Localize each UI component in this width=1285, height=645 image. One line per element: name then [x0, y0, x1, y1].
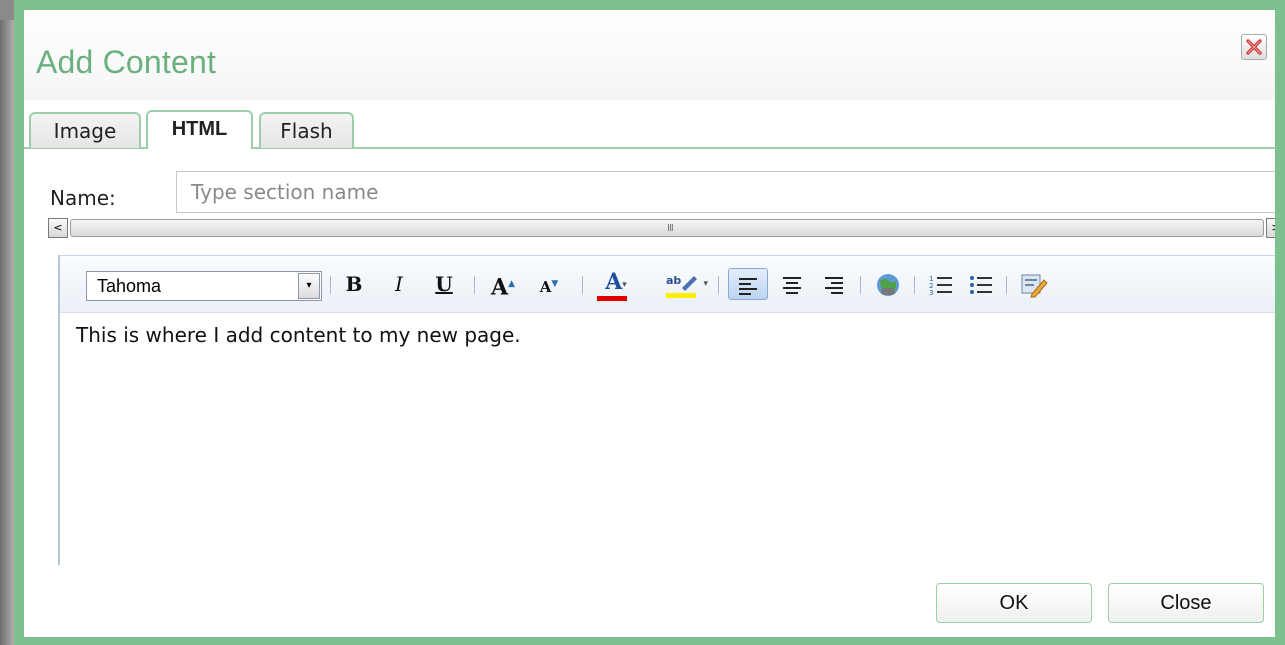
underline-button[interactable]: U — [432, 268, 456, 300]
globe-link-icon — [877, 273, 899, 296]
insert-link-button[interactable] — [870, 268, 906, 300]
horizontal-scrollbar[interactable]: < III > — [48, 218, 1281, 240]
highlight-color-button[interactable]: ab ▾ — [656, 268, 708, 300]
close-button[interactable]: Close — [1108, 583, 1264, 623]
tab-flash[interactable]: Flash — [259, 112, 354, 148]
editor-toolbar: Tahoma ▾ B I U A▲ A▼ A▾ ab ▾ 1 2 3 — [60, 255, 1275, 313]
name-label: Name: — [50, 186, 116, 210]
editor-content[interactable]: This is where I add content to my new pa… — [76, 323, 521, 347]
grow-font-button[interactable]: A▲ — [486, 268, 520, 300]
chevron-left-icon: < — [53, 221, 63, 234]
close-icon — [1246, 39, 1262, 55]
grow-font-icon: A — [491, 274, 509, 301]
font-color-button[interactable]: A▾ — [594, 268, 638, 301]
html-editor: Tahoma ▾ B I U A▲ A▼ A▾ ab ▾ 1 2 3 This … — [58, 255, 1275, 565]
scroll-track[interactable]: III — [70, 219, 1264, 237]
shrink-font-icon: A — [539, 278, 552, 296]
bold-button[interactable]: B — [342, 268, 366, 300]
numbered-list-button[interactable]: 123 — [924, 268, 958, 300]
tab-image[interactable]: Image — [29, 112, 141, 148]
toolbar-separator — [860, 276, 861, 294]
scroll-grip[interactable]: III — [667, 223, 674, 234]
dialog-title: Add Content — [36, 44, 217, 80]
toolbar-separator — [1006, 276, 1007, 294]
title-bar: Add Content — [24, 10, 1275, 100]
svg-text:ab: ab — [666, 274, 681, 287]
align-left-icon — [739, 277, 757, 295]
align-right-icon — [825, 276, 843, 294]
close-dialog-button[interactable] — [1241, 34, 1267, 60]
align-center-button[interactable] — [774, 268, 810, 300]
font-color-swatch — [597, 296, 627, 301]
scroll-right-button[interactable]: > — [1266, 218, 1281, 238]
chevron-down-icon[interactable]: ▾ — [298, 273, 320, 299]
align-right-button[interactable] — [816, 268, 852, 300]
toolbar-separator — [718, 276, 719, 294]
italic-icon: I — [395, 272, 403, 296]
bullet-list-button[interactable] — [964, 268, 998, 300]
section-name-input[interactable] — [176, 171, 1275, 213]
underline-icon: U — [435, 272, 453, 296]
edit-source-icon — [1021, 274, 1048, 297]
font-color-icon: A — [605, 269, 623, 295]
bullet-list-icon — [970, 275, 992, 294]
toolbar-separator — [914, 276, 915, 294]
toolbar-separator — [582, 276, 583, 294]
toolbar-separator — [330, 276, 331, 294]
align-center-icon — [783, 276, 801, 294]
svg-text:3: 3 — [929, 289, 933, 296]
ok-button[interactable]: OK — [936, 583, 1092, 623]
toolbar-separator — [474, 276, 475, 294]
tab-html[interactable]: HTML — [146, 110, 253, 149]
shrink-font-button[interactable]: A▼ — [534, 268, 564, 300]
highlighter-icon: ab — [666, 274, 697, 298]
add-content-dialog: Add Content Image HTML Flash Name: < III… — [14, 0, 1285, 645]
bold-icon: B — [345, 272, 363, 296]
numbered-list-icon: 123 — [929, 275, 952, 297]
chevron-right-icon: > — [1271, 221, 1281, 234]
align-left-button[interactable] — [728, 268, 768, 300]
scroll-left-button[interactable]: < — [48, 218, 68, 238]
italic-button[interactable]: I — [388, 268, 410, 300]
font-family-value: Tahoma — [97, 276, 162, 296]
font-family-select[interactable]: Tahoma ▾ — [86, 271, 322, 301]
edit-html-button[interactable] — [1016, 268, 1052, 300]
